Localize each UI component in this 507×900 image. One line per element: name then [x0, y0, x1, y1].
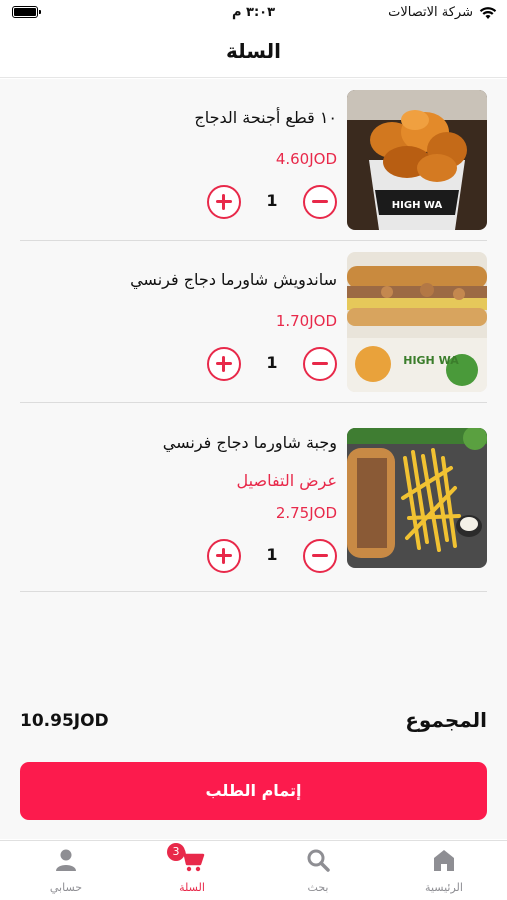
tab-search[interactable]: بحث: [255, 847, 381, 897]
increase-quantity-button[interactable]: [207, 347, 241, 381]
tab-label: الرئيسية: [425, 881, 463, 894]
increase-quantity-button[interactable]: [207, 185, 241, 219]
home-icon: [431, 847, 457, 873]
item-image-meal: [347, 428, 487, 568]
cart-count-badge: 3: [167, 843, 185, 861]
decrease-quantity-button[interactable]: [303, 347, 337, 381]
cart-item: HIGH WA ساندويش شاورما دجاج فرنسي 1.70JO…: [20, 241, 487, 403]
item-name: ساندويش شاورما دجاج فرنسي: [130, 270, 337, 289]
svg-text:HIGH WA: HIGH WA: [403, 354, 459, 367]
quantity-value: 1: [266, 353, 278, 372]
item-name: ١٠ قطع أجنحة الدجاج: [194, 108, 337, 127]
decrease-quantity-button[interactable]: [303, 185, 337, 219]
tab-label: بحث: [307, 881, 329, 894]
tab-label: السلة: [179, 881, 205, 894]
decrease-quantity-button[interactable]: [303, 539, 337, 573]
svg-text:HIGH WA: HIGH WA: [392, 200, 443, 211]
wifi-icon: [479, 6, 497, 19]
item-image-sandwich: HIGH WA: [347, 252, 487, 392]
tab-cart[interactable]: 3 السلة: [129, 843, 255, 897]
item-image-wings: HIGH WA: [347, 90, 487, 230]
total-label: المجموع: [405, 708, 487, 732]
carrier-name: شركة الاتصالات: [388, 5, 473, 20]
item-price: 4.60JOD: [275, 150, 337, 168]
checkout-button[interactable]: إتمام الطلب: [20, 762, 487, 820]
cart-icon: 3: [167, 843, 205, 873]
quantity-value: 1: [266, 191, 278, 210]
item-price: 1.70JOD: [275, 312, 337, 330]
cart-item: HIGH WA ١٠ قطع أجنحة الدجاج 4.60JOD 1: [20, 79, 487, 241]
view-details-link[interactable]: عرض التفاصيل: [237, 471, 337, 490]
item-price: 2.75JOD: [275, 504, 337, 522]
tab-home[interactable]: الرئيسية: [381, 847, 507, 897]
person-icon: [53, 847, 79, 873]
cart-item: وجبة شاورما دجاج فرنسي عرض التفاصيل 2.75…: [20, 403, 487, 592]
header: السلة: [0, 28, 507, 78]
quantity-stepper: 1: [207, 347, 337, 381]
quantity-value: 1: [266, 545, 278, 564]
tab-account[interactable]: حسابي: [3, 847, 129, 897]
tab-bar: الرئيسية بحث 3 السلة حسابي: [0, 840, 507, 900]
quantity-stepper: 1: [207, 185, 337, 219]
increase-quantity-button[interactable]: [207, 539, 241, 573]
total-value: 10.95JOD: [20, 711, 109, 731]
search-icon: [305, 847, 331, 873]
status-bar: ٣:٠٣ م شركة الاتصالات: [0, 0, 507, 28]
tab-label: حسابي: [49, 881, 83, 894]
quantity-stepper: 1: [207, 539, 337, 573]
item-name: وجبة شاورما دجاج فرنسي: [162, 433, 337, 452]
page-title: السلة: [225, 39, 281, 63]
